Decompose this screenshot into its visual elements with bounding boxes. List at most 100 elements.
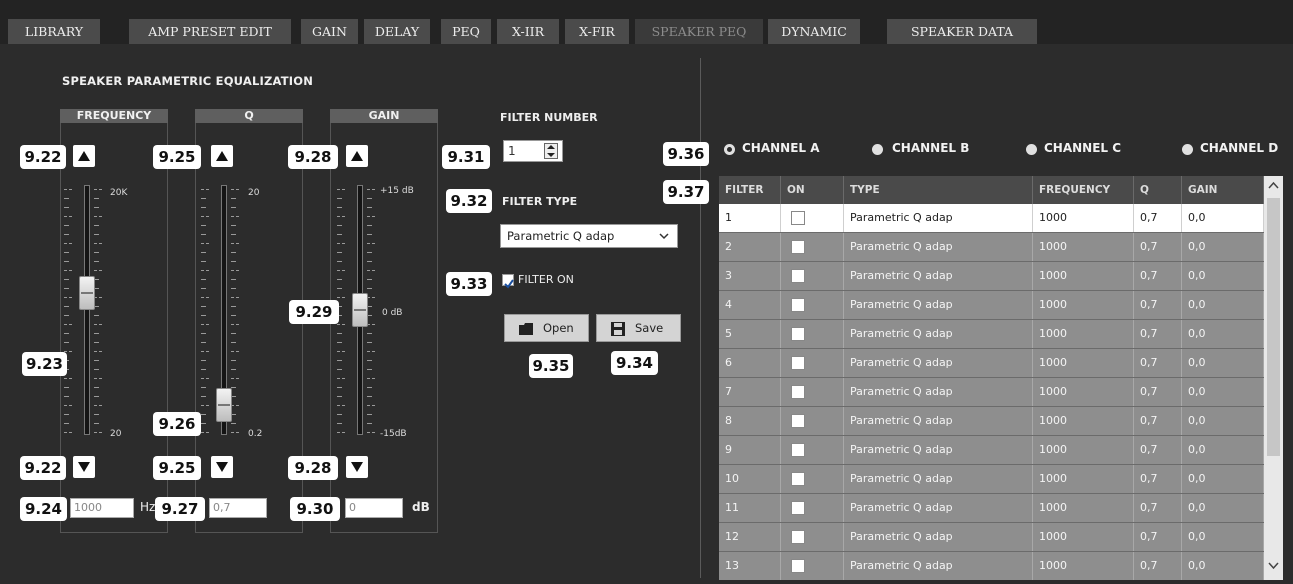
q-value-input[interactable]: 0,7 xyxy=(209,498,267,518)
row-on-checkbox[interactable] xyxy=(791,211,805,225)
chevron-up-icon[interactable] xyxy=(1268,181,1279,189)
table-scrollbar[interactable] xyxy=(1264,176,1283,580)
tab-x-fir[interactable]: X-FIR xyxy=(565,19,629,44)
q-up-button[interactable] xyxy=(211,145,233,167)
tab-amp-preset-edit[interactable]: AMP PRESET EDIT xyxy=(129,19,291,44)
slider-tick xyxy=(201,216,209,217)
q-ticks-left xyxy=(201,185,215,435)
row-on-checkbox[interactable] xyxy=(791,530,805,544)
callout-freq-value: 9.24 xyxy=(20,497,67,521)
tab-delay[interactable]: DELAY xyxy=(364,19,430,44)
slider-tick xyxy=(201,360,206,361)
speaker-peq-window: LIBRARY AMP PRESET EDIT GAIN DELAY PEQ X… xyxy=(0,0,1293,584)
row-on-checkbox[interactable] xyxy=(791,240,805,254)
gain-down-button[interactable] xyxy=(346,456,368,478)
channel-b-radio[interactable] xyxy=(872,144,883,155)
table-row[interactable]: 7 Parametric Q adap 1000 0,7 0,0 xyxy=(719,378,1264,407)
slider-tick xyxy=(94,369,99,370)
table-row[interactable]: 11 Parametric Q adap 1000 0,7 0,0 xyxy=(719,494,1264,523)
slider-tick xyxy=(201,279,206,280)
channel-d-radio[interactable] xyxy=(1182,144,1193,155)
open-button[interactable]: Open xyxy=(504,314,589,342)
cell-filter: 2 xyxy=(719,233,781,261)
slider-tick xyxy=(201,297,209,298)
filter-on-checkbox[interactable] xyxy=(502,274,514,289)
filter-type-value: Parametric Q adap xyxy=(507,229,615,243)
slider-tick xyxy=(201,243,209,244)
slider-tick xyxy=(367,198,372,199)
filter-number-spinbox[interactable]: 1 xyxy=(503,140,563,162)
tab-speaker-peq[interactable]: SPEAKER PEQ xyxy=(635,19,763,44)
slider-tick xyxy=(337,225,342,226)
scrollbar-thumb[interactable] xyxy=(1267,198,1280,456)
slider-tick xyxy=(64,342,69,343)
slider-tick xyxy=(231,270,239,271)
filter-type-select[interactable]: Parametric Q adap xyxy=(500,224,678,248)
table-row[interactable]: 6 Parametric Q adap 1000 0,7 0,0 xyxy=(719,349,1264,378)
slider-tick xyxy=(201,369,206,370)
frequency-up-button[interactable] xyxy=(73,145,95,167)
table-row[interactable]: 8 Parametric Q adap 1000 0,7 0,0 xyxy=(719,407,1264,436)
table-row[interactable]: 13 Parametric Q adap 1000 0,7 0,0 xyxy=(719,552,1264,580)
gain-up-button[interactable] xyxy=(346,145,368,167)
table-row[interactable]: 4 Parametric Q adap 1000 0,7 0,0 xyxy=(719,291,1264,320)
slider-tick xyxy=(201,423,206,424)
callout-freq-down: 9.22 xyxy=(20,456,66,480)
row-on-checkbox[interactable] xyxy=(791,414,805,428)
tab-speaker-data[interactable]: SPEAKER DATA xyxy=(887,19,1037,44)
q-slider-thumb[interactable] xyxy=(216,388,232,423)
callout-q-slider: 9.26 xyxy=(153,412,201,436)
slider-tick xyxy=(337,234,342,235)
callout-gain-value: 9.30 xyxy=(290,497,340,521)
checkmark-icon xyxy=(504,279,514,289)
slider-tick xyxy=(231,234,236,235)
gain-value-input[interactable]: 0 xyxy=(345,498,403,518)
save-button[interactable]: Save xyxy=(596,314,681,342)
table-row[interactable]: 12 Parametric Q adap 1000 0,7 0,0 xyxy=(719,523,1264,552)
table-row[interactable]: 9 Parametric Q adap 1000 0,7 0,0 xyxy=(719,436,1264,465)
frequency-value-input[interactable]: 1000 xyxy=(70,498,134,518)
row-on-checkbox[interactable] xyxy=(791,472,805,486)
cell-type: Parametric Q adap xyxy=(844,494,1033,522)
chevron-down-icon[interactable] xyxy=(1268,562,1279,570)
cell-frequency: 1000 xyxy=(1033,552,1134,580)
tab-x-iir[interactable]: X-IIR xyxy=(497,19,559,44)
slider-tick xyxy=(337,216,345,217)
row-on-checkbox[interactable] xyxy=(791,385,805,399)
row-on-checkbox[interactable] xyxy=(791,501,805,515)
tab-gain[interactable]: GAIN xyxy=(301,19,358,44)
slider-tick xyxy=(231,306,236,307)
table-row[interactable]: 3 Parametric Q adap 1000 0,7 0,0 xyxy=(719,262,1264,291)
cell-type: Parametric Q adap xyxy=(844,407,1033,435)
cell-type: Parametric Q adap xyxy=(844,349,1033,377)
frequency-slider-thumb[interactable] xyxy=(79,275,95,310)
table-row[interactable]: 5 Parametric Q adap 1000 0,7 0,0 xyxy=(719,320,1264,349)
channel-a-radio[interactable] xyxy=(724,144,735,155)
tab-peq[interactable]: PEQ xyxy=(441,19,491,44)
row-on-checkbox[interactable] xyxy=(791,356,805,370)
table-row[interactable]: 10 Parametric Q adap 1000 0,7 0,0 xyxy=(719,465,1264,494)
gain-slider-thumb[interactable] xyxy=(352,293,368,327)
arrow-down-icon xyxy=(78,462,90,472)
row-on-checkbox[interactable] xyxy=(791,559,805,573)
row-on-checkbox[interactable] xyxy=(791,443,805,457)
channel-c-radio[interactable] xyxy=(1026,144,1037,155)
slider-tick xyxy=(94,189,102,190)
tab-dynamic[interactable]: DYNAMIC xyxy=(768,19,860,44)
row-on-checkbox[interactable] xyxy=(791,269,805,283)
frequency-slider-track[interactable] xyxy=(84,185,90,435)
frequency-down-button[interactable] xyxy=(73,456,95,478)
table-row[interactable]: 1 Parametric Q adap 1000 0,7 0,0 xyxy=(719,204,1264,233)
row-on-checkbox[interactable] xyxy=(791,327,805,341)
slider-tick xyxy=(201,198,206,199)
cell-q: 0,7 xyxy=(1134,320,1182,348)
q-down-button[interactable] xyxy=(211,456,233,478)
tab-library[interactable]: LIBRARY xyxy=(8,19,100,44)
slider-tick xyxy=(367,243,375,244)
row-on-checkbox[interactable] xyxy=(791,298,805,312)
table-row[interactable]: 2 Parametric Q adap 1000 0,7 0,0 xyxy=(719,233,1264,262)
slider-tick xyxy=(337,243,345,244)
slider-tick xyxy=(337,369,342,370)
header-on: ON xyxy=(781,176,844,204)
slider-tick xyxy=(64,234,69,235)
